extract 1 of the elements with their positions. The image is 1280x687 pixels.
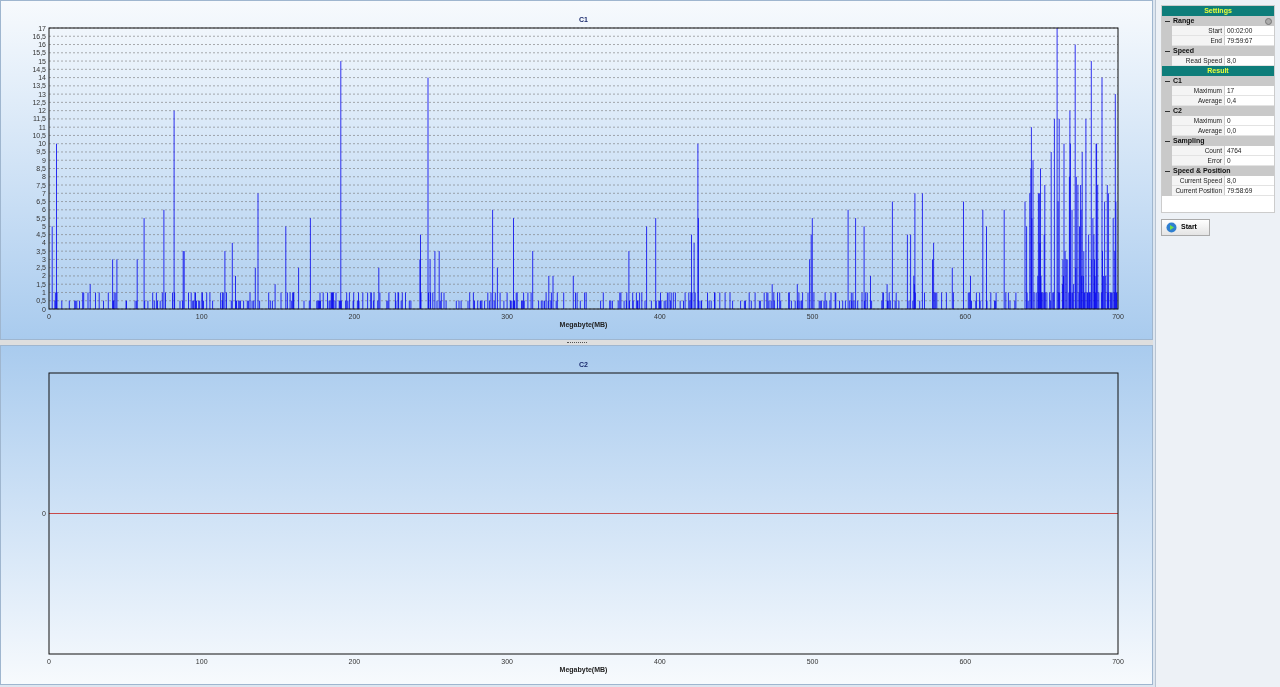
play-icon bbox=[1166, 222, 1177, 233]
